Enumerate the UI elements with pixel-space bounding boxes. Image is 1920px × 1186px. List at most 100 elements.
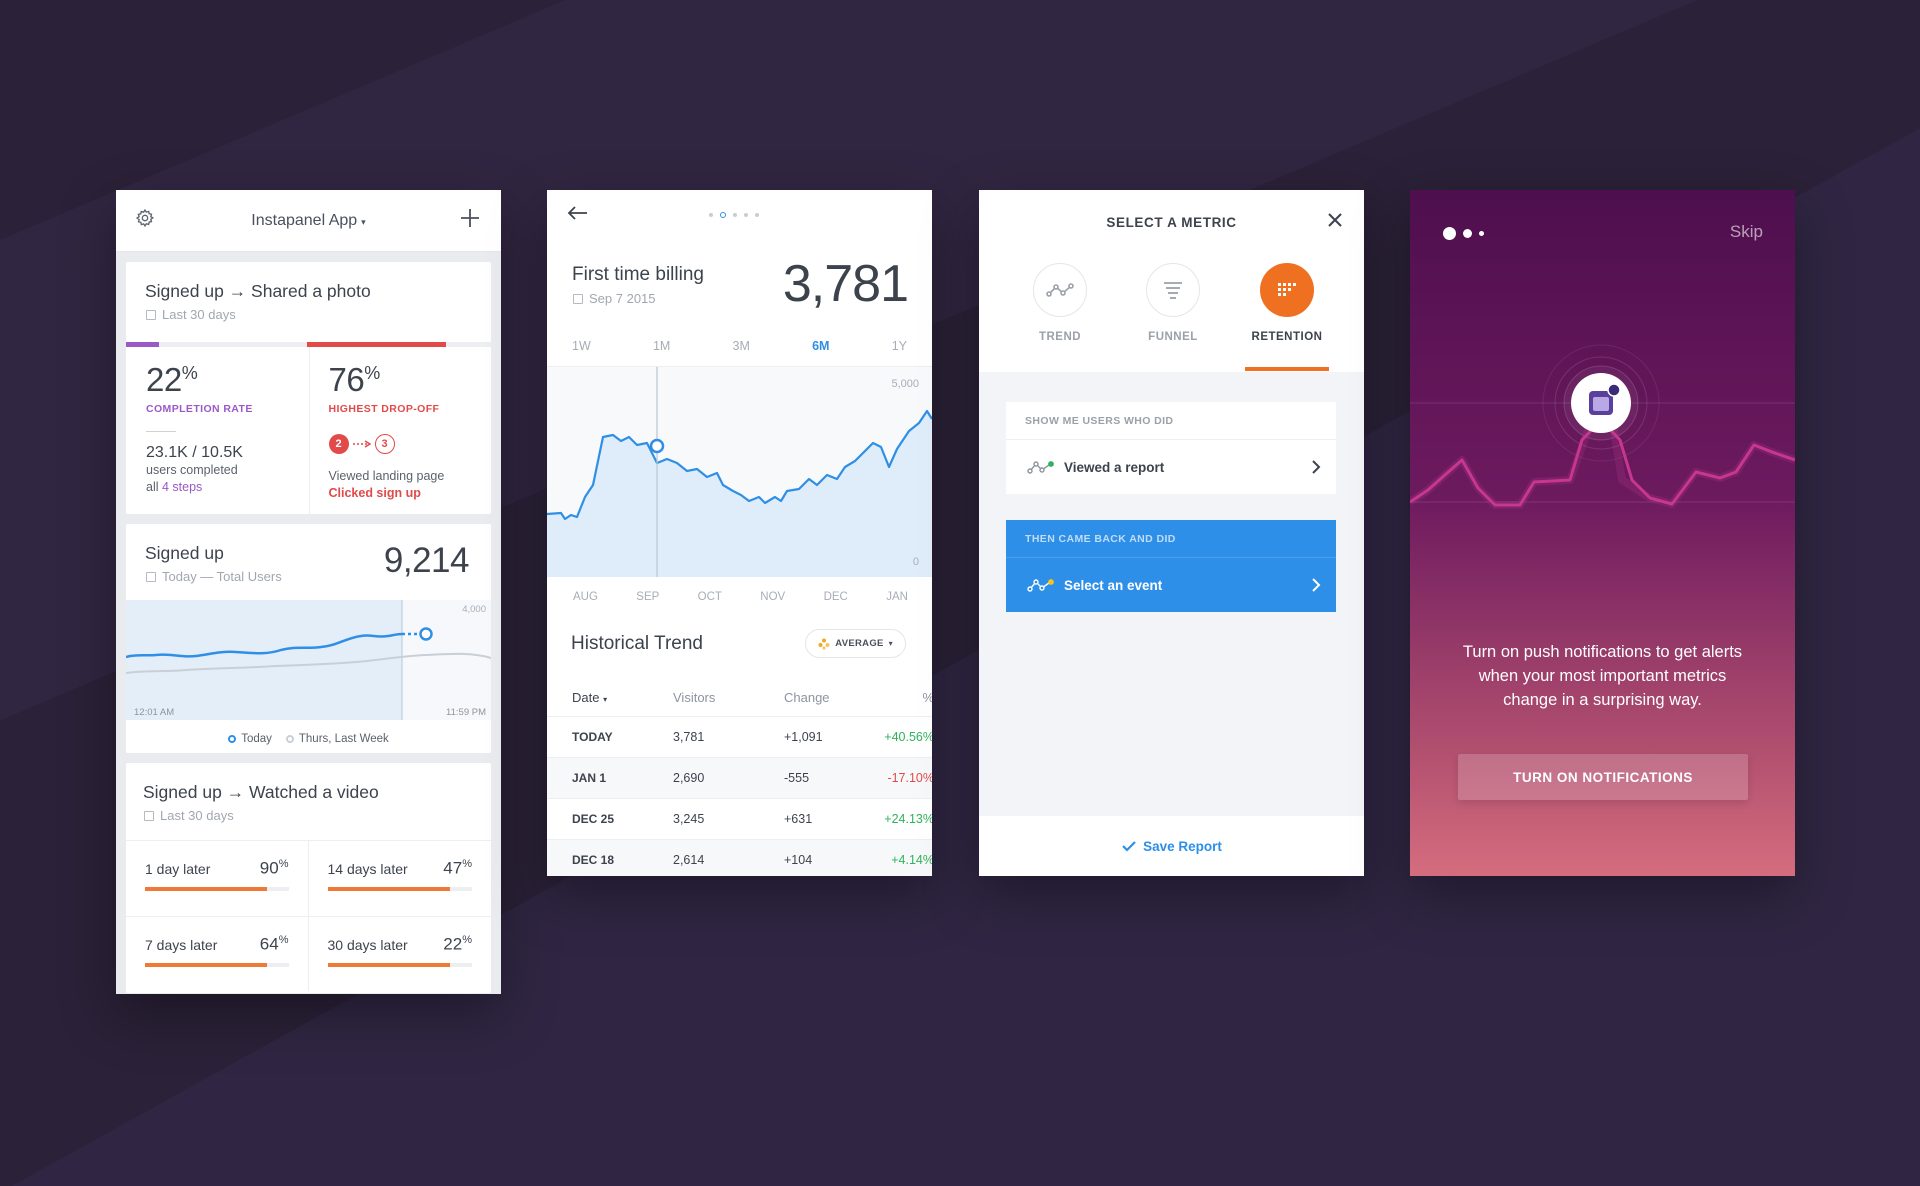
metric-option-trend[interactable]: TREND [1005,263,1115,343]
checkmark-icon [1122,841,1136,852]
range-tab-6m[interactable]: 6M [812,339,829,353]
chevron-down-icon: ▾ [888,639,893,648]
dropoff-stat: 76% HIGHEST DROP-OFF 2 3 Viewed landing … [308,347,492,518]
select-metric-screen: SELECT A METRIC TREND FUNNEL RETENTION S… [979,190,1364,876]
skip-button[interactable]: Skip [1730,222,1763,242]
average-dropdown[interactable]: AVERAGE ▾ [805,629,906,658]
table-row[interactable]: DEC 25 3,245 +631 +24.13% [547,799,932,840]
row-percent: +24.13% [884,812,932,826]
trend-icon [1046,283,1074,297]
row-date: DEC 18 [572,853,615,867]
date-range: Last 30 days [160,808,234,823]
metric-label: TREND [1038,331,1082,343]
billing-area-chart[interactable]: 5,000 0 [547,367,932,577]
retention-bar-fill [327,886,451,891]
month-label: NOV [760,591,786,603]
users-line-chart[interactable]: 4,000 12:01 AM 11:59 PM [126,600,491,720]
range-tab-3m[interactable]: 3M [733,339,750,353]
dropoff-label: HIGHEST DROP-OFF [328,403,440,415]
gear-icon[interactable] [135,208,155,228]
turn-on-notifications-button[interactable]: TURN ON NOTIFICATIONS [1458,754,1748,800]
card-subtitle: Last 30 days [126,302,491,322]
users-completed-text: users completed [146,463,238,477]
screen-title: SELECT A METRIC [1106,215,1237,230]
chevron-right-icon [1312,460,1321,474]
legend-dot-icon [228,735,237,743]
legend-dot-icon [285,735,294,743]
sort-caret-icon: ▾ [603,694,608,704]
completion-rate-value: 22% [146,361,198,398]
completion-counts: 23.1K / 10.5K [146,444,243,461]
metric-label: FUNNEL [1148,331,1198,343]
metric-title: First time billing [572,264,704,285]
date-range: Today — Total Users [162,569,282,584]
retention-value: 64% [259,934,289,954]
save-report-button[interactable]: Save Report [979,816,1364,876]
first-event-selector[interactable]: Viewed a report [1006,440,1336,494]
dashboard-screen: Instapanel App ▾ Signed up → Shared a pho… [116,190,501,994]
app-title: Instapanel App [251,211,358,229]
table-header: Date ▾ Visitors Change % [547,678,932,717]
dropoff-to-step: Clicked sign up [328,486,421,500]
range-tab-1m[interactable]: 1M [653,339,670,353]
calendar-icon [146,571,156,582]
app-header: Instapanel App ▾ [116,190,501,252]
back-arrow-icon[interactable] [567,205,589,221]
x-start-label: 12:01 AM [134,707,174,718]
header-visitors: Visitors [673,689,716,705]
row-percent: -17.10% [887,771,932,785]
range-tab-1y[interactable]: 1Y [892,339,907,353]
calendar-icon [146,309,156,320]
page-dot [709,213,713,217]
return-event-selector[interactable]: Select an event [1006,558,1336,612]
table-row[interactable]: JAN 1 2,690 -555 -17.10% [547,758,932,799]
chevron-down-icon: ▾ [361,216,366,227]
metric-option-funnel[interactable]: FUNNEL [1118,263,1228,343]
retention-card[interactable]: Signed up → Watched a video Last 30 days… [126,763,491,993]
legend-item-today: Today [228,733,272,745]
average-icon [818,638,830,650]
row-change: +104 [784,853,813,867]
metric-selector-header: SELECT A METRIC TREND FUNNEL RETENTION [979,190,1364,372]
retention-bar [327,886,472,891]
page-dot-active [1443,227,1456,240]
completion-stat: 22% COMPLETION RATE 23.1K / 10.5K users … [126,347,309,518]
box-header: THEN CAME BACK AND DID [1006,520,1336,558]
metric-option-retention[interactable]: RETENTION [1232,263,1342,343]
retention-item: 7 days later 64% [126,916,309,991]
sortable-header-date[interactable]: Date ▾ [572,690,667,705]
close-icon[interactable] [1326,211,1344,229]
y-max-label: 4,000 [462,604,486,615]
first-event-box: SHOW ME USERS WHO DID Viewed a report [1006,402,1336,494]
row-visitors: 3,781 [673,730,705,744]
return-event-box: THEN CAME BACK AND DID Select an event [1006,520,1336,612]
signed-up-card[interactable]: Signed up Today — Total Users 9,214 4,00… [126,524,491,753]
chart-cursor-marker[interactable] [649,438,665,454]
save-report-label: Save Report [1143,838,1222,854]
notifications-message: Turn on push notifications to get alerts… [1462,643,1743,709]
table-row[interactable]: TODAY 3,781 +1,091 +40.56% [547,717,932,758]
retention-value: 22% [443,934,472,954]
table-row[interactable]: DEC 18 2,614 +104 +4.14% [547,840,932,876]
chart-legend: Today Thurs, Last Week [126,733,491,745]
funnel-card[interactable]: Signed up → Shared a photo Last 30 days … [126,262,491,518]
retention-item: 30 days later 22% [308,916,491,991]
plus-icon[interactable] [459,207,481,229]
dropoff-from-step: Viewed landing page [328,469,445,483]
app-switcher[interactable]: Instapanel App ▾ [251,212,365,230]
today-marker[interactable] [419,627,433,641]
metric-date: Sep 7 2015 [573,291,656,306]
header-percent: % [864,690,932,705]
chevron-right-icon [1312,578,1321,592]
range-tab-1w[interactable]: 1W [572,339,591,353]
retention-grid: 1 day later 90% 14 days later 47% 7 days l… [126,840,491,991]
funnel-icon [1164,282,1182,299]
row-change: +1,091 [784,730,823,744]
chart-today-region [126,600,402,720]
page-indicator[interactable] [709,212,759,218]
steps-link[interactable]: 4 steps [162,480,202,494]
row-visitors: 2,614 [673,853,705,867]
average-label: AVERAGE [835,638,884,649]
metric-config-body: SHOW ME USERS WHO DID Viewed a report TH… [979,372,1364,816]
retention-bar [145,886,289,891]
